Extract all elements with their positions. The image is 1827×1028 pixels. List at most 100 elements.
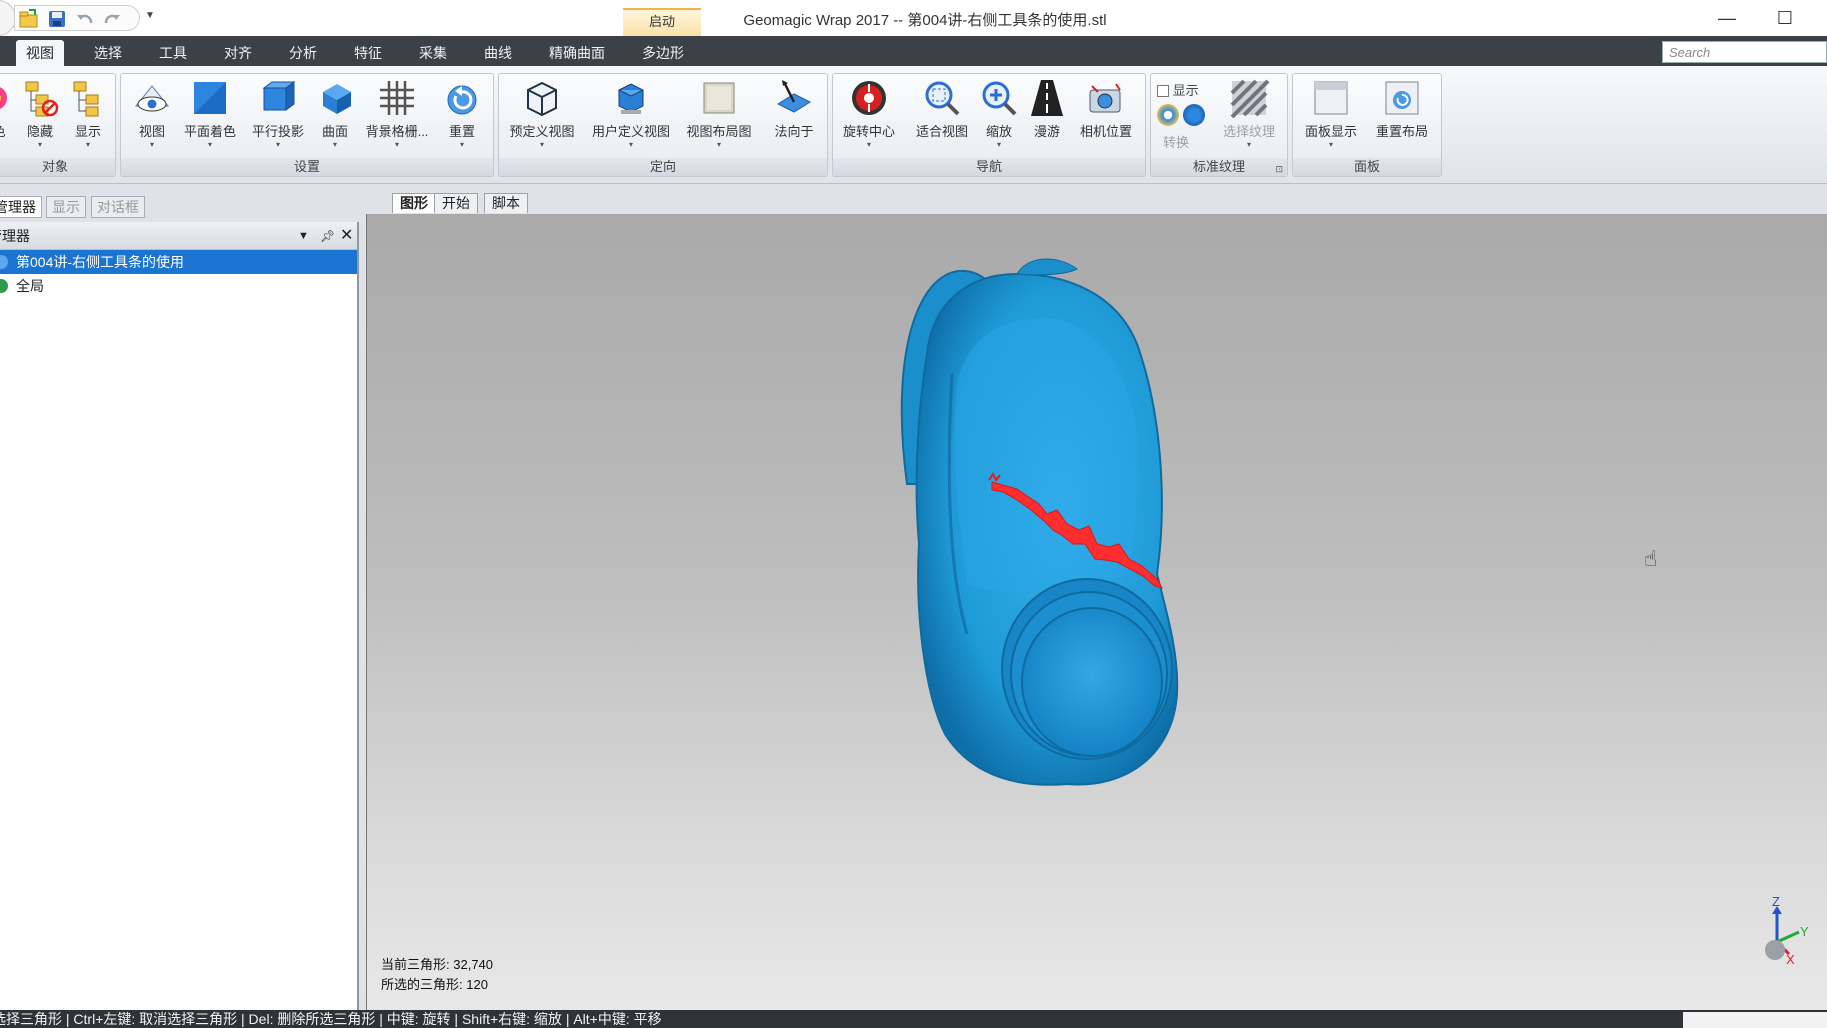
reset-layout-tool[interactable]: 重置布局: [1369, 78, 1435, 156]
sphere-texture-icon: [1157, 104, 1179, 126]
layout-panel-icon: [703, 82, 735, 114]
dialog-launcher-icon[interactable]: ⊡: [1275, 164, 1283, 175]
context-tab-launch[interactable]: 启动: [623, 8, 701, 36]
tree-item-global[interactable]: 全局: [0, 274, 357, 298]
panel-title: 管理器: [0, 228, 30, 244]
grid-icon: [380, 81, 414, 115]
document-tabs: 图形 开始 脚本: [366, 193, 1827, 215]
normal-plane-icon: [776, 80, 812, 113]
walkthrough-tool[interactable]: 漫游: [1027, 78, 1067, 156]
flat-shading-tool[interactable]: 平面着色 ▾: [177, 78, 243, 156]
checkbox-box: [1157, 85, 1169, 97]
redo-icon[interactable]: [101, 8, 123, 30]
axis-y-label: Y: [1800, 924, 1809, 939]
parallel-projection-icon: [262, 81, 296, 111]
triangle-count-info: 当前三角形: 32,740 所选的三角形: 120: [381, 955, 493, 995]
reset-tool[interactable]: 重置 ▾: [437, 78, 487, 156]
axis-x-label: X: [1786, 952, 1795, 967]
tab-align[interactable]: 对齐: [214, 40, 262, 66]
tab-display[interactable]: 显示: [46, 196, 86, 218]
predefined-view-tool[interactable]: 预定义视图 ▾: [505, 78, 579, 156]
title-bar: ▼ 启动 Geomagic Wrap 2017 -- 第004讲-右侧工具条的使…: [0, 0, 1827, 36]
axis-triad-icon: Z Y X: [1765, 894, 1809, 967]
tab-graphics[interactable]: 图形: [392, 193, 436, 213]
group-orient: 预定义视图 ▾ 用户定义视图 ▾ 视图布局图 ▾ 法向于 定向: [498, 73, 828, 177]
tab-manager[interactable]: 管理器: [0, 196, 42, 218]
tab-exact-surfacing[interactable]: 精确曲面: [539, 40, 615, 66]
open-folder-icon[interactable]: [18, 8, 40, 30]
view-eye-icon: [134, 85, 170, 112]
group-settings: 视图 ▾ 平面着色 ▾ 平行投影 ▾ 曲面 ▾ 背景格栅... ▾ 重置 ▾ 设: [120, 73, 494, 177]
current-triangles: 当前三角形: 32,740: [381, 957, 494, 972]
fit-view-magnifier-icon: [925, 81, 960, 116]
show-tree-icon: [73, 81, 99, 117]
tab-analysis[interactable]: 分析: [279, 40, 327, 66]
hand-cursor-icon: ☝︎: [1644, 546, 1658, 571]
tab-start[interactable]: 开始: [434, 193, 478, 213]
texture-show-checkbox[interactable]: 显示: [1157, 80, 1199, 99]
search-input[interactable]: Search: [1662, 41, 1827, 63]
group-label-object: 对象: [0, 158, 115, 176]
camera-position-tool[interactable]: 相机位置: [1073, 78, 1139, 156]
select-texture-tool[interactable]: 选择纹理 ▾: [1217, 78, 1281, 156]
hide-tree-icon: [25, 81, 59, 117]
panel-display-tool[interactable]: 面板显示 ▾: [1299, 78, 1363, 156]
background-grid-tool[interactable]: 背景格栅... ▾: [361, 78, 433, 156]
tab-capture[interactable]: 采集: [409, 40, 457, 66]
status-bar: 选择三角形 | Ctrl+左键: 取消选择三角形 | Del: 删除所选三角形 …: [0, 1010, 1827, 1028]
graphics-viewport[interactable]: ☝︎ Z Y X 当前三角形: 32,740 所选的三角形: 120: [366, 214, 1827, 1010]
tab-tools[interactable]: 工具: [149, 40, 197, 66]
group-label-texture: 标准纹理: [1151, 158, 1287, 176]
flat-shading-icon: [194, 82, 226, 114]
texture-convert-tool[interactable]: [1157, 104, 1205, 126]
close-icon[interactable]: ✕: [340, 222, 353, 250]
customize-dropdown-icon[interactable]: ▼: [145, 10, 167, 32]
mesh-model[interactable]: [367, 214, 1827, 1004]
tab-dialog[interactable]: 对话框: [91, 196, 145, 218]
pin-icon[interactable]: 📌︎: [320, 222, 335, 250]
tab-features[interactable]: 特征: [344, 40, 392, 66]
tab-select[interactable]: 选择: [84, 40, 132, 66]
group-label-panel: 面板: [1293, 158, 1441, 176]
group-navigate: 旋转中心 ▾ 适合视图 缩放 ▾ 漫游 相机位置 导航: [832, 73, 1146, 177]
undo-icon[interactable]: [74, 8, 96, 30]
tab-view[interactable]: 视图: [16, 40, 64, 66]
group-standard-texture: 显示 转换 选择纹理 ▾ ⊡ 标准纹理: [1150, 73, 1288, 177]
panel-tabs: 管理器 显示 对话框: [0, 193, 360, 219]
parallel-projection-tool[interactable]: 平行投影 ▾: [245, 78, 311, 156]
window-title: Geomagic Wrap 2017 -- 第004讲-右侧工具条的使用.stl: [743, 12, 1107, 29]
group-label-orient: 定向: [499, 158, 827, 176]
surface-tool[interactable]: 曲面 ▾: [311, 78, 359, 156]
status-hint: 选择三角形 | Ctrl+左键: 取消选择三角形 | Del: 删除所选三角形 …: [0, 1011, 662, 1027]
color-tool[interactable]: 色: [0, 78, 13, 156]
hide-tool[interactable]: 隐藏 ▾: [17, 78, 63, 156]
maximize-button[interactable]: ☐: [1762, 4, 1808, 32]
panel-window-icon: [1314, 81, 1348, 115]
user-defined-view-tool[interactable]: 用户定义视图 ▾: [587, 78, 675, 156]
dropdown-icon[interactable]: ▼: [298, 222, 309, 250]
view-layout-tool[interactable]: 视图布局图 ▾: [681, 78, 757, 156]
wire-cube-icon: [527, 81, 557, 117]
normal-to-tool[interactable]: 法向于: [765, 78, 823, 156]
zoom-tool[interactable]: 缩放 ▾: [977, 78, 1021, 156]
camera-icon: [1089, 83, 1121, 113]
tree-item-model[interactable]: 第004讲-右侧工具条的使用: [0, 250, 357, 274]
save-icon[interactable]: [46, 8, 68, 30]
ribbon: 色 隐藏 ▾ 显示 ▾ 对象 视图 ▾ 平面着色 ▾ 平行投影 ▾: [0, 66, 1827, 184]
rotation-center-tool[interactable]: 旋转中心 ▾: [837, 78, 901, 156]
tab-script[interactable]: 脚本: [484, 193, 528, 213]
tab-polygons[interactable]: 多边形: [632, 40, 694, 66]
fit-view-tool[interactable]: 适合视图: [913, 78, 971, 156]
minimize-button[interactable]: —: [1704, 4, 1750, 32]
reset-layout-icon: [1385, 81, 1419, 115]
view-tool[interactable]: 视图 ▾: [127, 78, 177, 156]
ribbon-tab-bar: 视图 选择 工具 对齐 分析 特征 采集 曲线 精确曲面 多边形 Search: [0, 36, 1827, 66]
show-tool[interactable]: 显示 ▾: [65, 78, 111, 156]
tab-curves[interactable]: 曲线: [474, 40, 522, 66]
group-panel: 面板显示 ▾ 重置布局 面板: [1292, 73, 1442, 177]
blue-cube-icon: [618, 83, 644, 114]
status-progress-area: [1683, 1012, 1827, 1028]
convert-label: 转换: [1163, 135, 1190, 150]
group-label-navigate: 导航: [833, 158, 1145, 176]
panel-header: 管理器 ▼ 📌︎ ✕: [0, 222, 357, 250]
